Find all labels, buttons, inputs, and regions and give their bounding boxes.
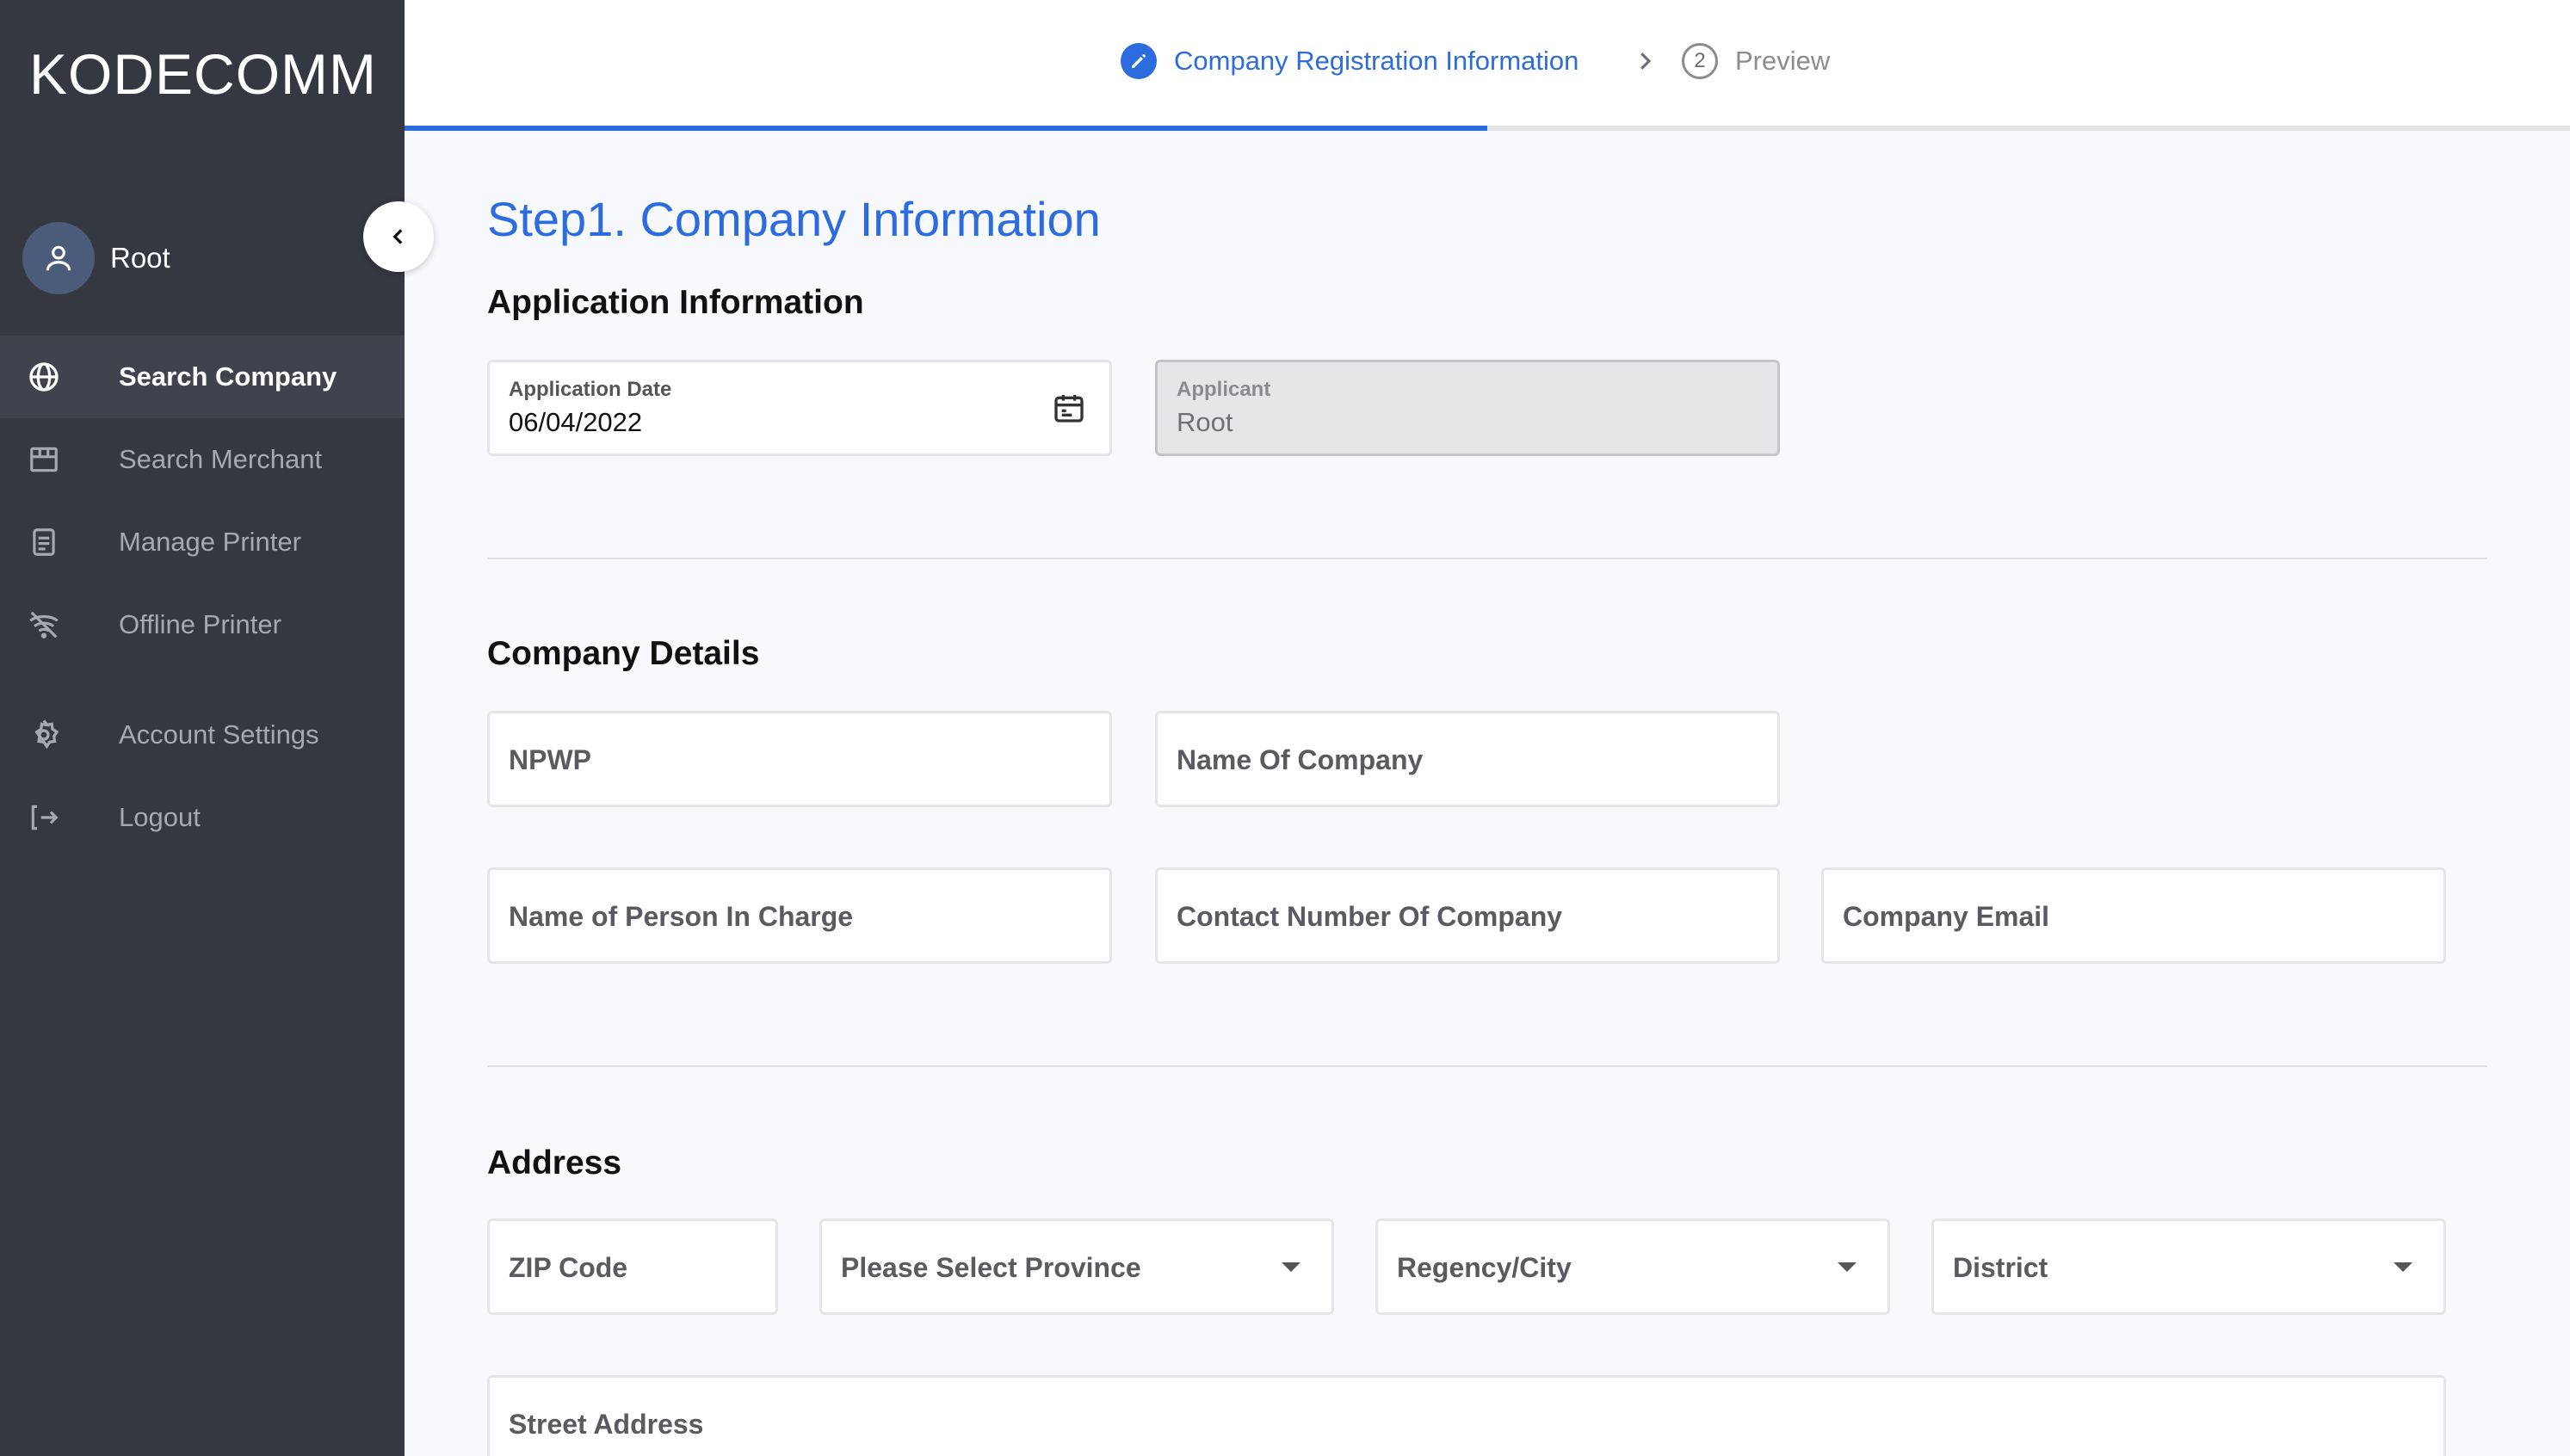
field-placeholder: Name of Person In Charge [509, 901, 854, 932]
step-label: Company Registration Information [1174, 46, 1579, 76]
page-title: Step1. Company Information [487, 192, 1101, 246]
section-heading-company-details: Company Details [487, 635, 760, 672]
application-date-field[interactable]: Application Date 06/04/2022 [487, 360, 1112, 456]
sidebar-item-label: Manage Printer [119, 527, 301, 557]
sidebar-item-logout[interactable]: Logout [0, 776, 405, 859]
sidebar-item-offline-printer[interactable]: Offline Printer [0, 583, 405, 666]
section-heading-address: Address [487, 1144, 622, 1181]
step-preview[interactable]: 2 Preview [1682, 43, 1830, 79]
dropdown-arrow-icon [2394, 1262, 2412, 1272]
field-value: Root [1177, 407, 1233, 437]
stepper-progress-fill [405, 126, 1487, 131]
pencil-icon [1121, 43, 1157, 79]
district-select[interactable]: District [1931, 1218, 2446, 1315]
step-label: Preview [1735, 46, 1831, 76]
step-number: 2 [1682, 43, 1718, 79]
section-divider [487, 1065, 2487, 1067]
street-address-field[interactable]: Street Address [487, 1375, 2446, 1456]
chevron-left-icon [392, 229, 403, 244]
logout-icon [26, 799, 62, 836]
zip-code-field[interactable]: ZIP Code [487, 1218, 778, 1315]
calendar-icon[interactable] [1049, 388, 1089, 428]
sidebar-item-label: Search Merchant [119, 444, 323, 474]
company-email-field[interactable]: Company Email [1821, 867, 2446, 964]
person-in-charge-field[interactable]: Name of Person In Charge [487, 867, 1112, 964]
field-placeholder: Contact Number Of Company [1177, 901, 1563, 932]
field-placeholder: ZIP Code [509, 1252, 628, 1283]
wifi-off-icon [26, 607, 62, 643]
dropdown-arrow-icon [1838, 1262, 1856, 1272]
globe-icon [26, 359, 62, 395]
field-label: Application Date [509, 378, 672, 401]
field-placeholder: NPWP [509, 744, 591, 775]
sidebar-item-label: Search Company [119, 361, 337, 392]
company-name-field[interactable]: Name Of Company [1155, 711, 1780, 807]
field-placeholder: Street Address [509, 1409, 704, 1440]
store-icon [26, 441, 62, 478]
step-company-registration[interactable]: Company Registration Information [1121, 43, 1578, 79]
field-value: 06/04/2022 [509, 407, 643, 437]
regency-city-select[interactable]: Regency/City [1375, 1218, 1890, 1315]
user-icon [46, 245, 71, 271]
avatar [22, 222, 95, 294]
sidebar: KODECOMM Root Search Company Search Merc… [0, 0, 405, 1456]
sidebar-item-search-company[interactable]: Search Company [0, 336, 405, 418]
sidebar-item-manage-printer[interactable]: Manage Printer [0, 501, 405, 583]
field-placeholder: Please Select Province [841, 1252, 1141, 1283]
field-placeholder: Regency/City [1397, 1252, 1572, 1283]
gear-icon [26, 717, 62, 753]
collapse-sidebar-button[interactable] [363, 201, 434, 272]
field-placeholder: Name Of Company [1177, 744, 1424, 775]
field-placeholder: District [1953, 1252, 2048, 1283]
user-name: Root [110, 242, 170, 274]
dropdown-arrow-icon [1282, 1262, 1300, 1272]
section-divider [487, 558, 2487, 559]
sidebar-item-label: Account Settings [119, 719, 319, 750]
section-heading-application: Application Information [487, 284, 864, 321]
npwp-field[interactable]: NPWP [487, 711, 1112, 807]
app-logo: KODECOMM [29, 42, 377, 106]
sidebar-item-label: Logout [119, 802, 201, 832]
province-select[interactable]: Please Select Province [819, 1218, 1334, 1315]
contact-number-field[interactable]: Contact Number Of Company [1155, 867, 1780, 964]
user-profile: Root [22, 222, 170, 294]
sidebar-item-search-merchant[interactable]: Search Merchant [0, 418, 405, 501]
field-placeholder: Company Email [1843, 901, 2050, 932]
field-label: Applicant [1177, 378, 1271, 401]
applicant-field: Applicant Root [1155, 360, 1780, 456]
sidebar-item-label: Offline Printer [119, 609, 281, 639]
sidebar-item-account-settings[interactable]: Account Settings [0, 694, 405, 776]
printer-icon [26, 524, 62, 560]
chevron-right-icon [1632, 48, 1658, 78]
